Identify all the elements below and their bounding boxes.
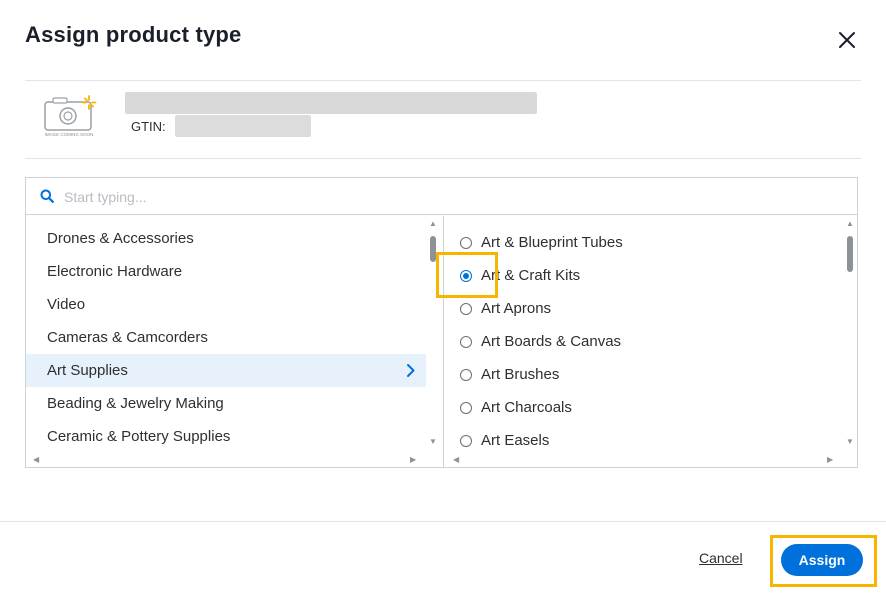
search-input[interactable] bbox=[64, 185, 824, 209]
category-label: Drones & Accessories bbox=[47, 230, 194, 247]
scroll-down-icon[interactable]: ▼ bbox=[846, 438, 854, 446]
scroll-left-icon[interactable]: ◀ bbox=[33, 456, 39, 464]
product-type-option-selected[interactable]: Art & Craft Kits bbox=[444, 259, 844, 292]
category-label: Cameras & Camcorders bbox=[47, 329, 208, 346]
scroll-down-icon[interactable]: ▼ bbox=[429, 438, 437, 446]
option-label: Art Boards & Canvas bbox=[481, 333, 622, 350]
product-type-scrollbar[interactable]: ▲ ▼ bbox=[844, 216, 856, 448]
category-item[interactable]: Ceramic & Pottery Supplies bbox=[26, 420, 426, 453]
scroll-up-icon[interactable]: ▲ bbox=[846, 220, 854, 228]
option-label: Art Brushes bbox=[481, 366, 560, 383]
search-bar bbox=[26, 178, 857, 215]
radio-button[interactable] bbox=[460, 336, 472, 348]
scroll-right-icon[interactable]: ▶ bbox=[410, 456, 416, 464]
dialog-title: Assign product type bbox=[25, 22, 242, 47]
category-label: Electronic Hardware bbox=[47, 263, 183, 280]
radio-button[interactable] bbox=[460, 402, 472, 414]
category-item-selected[interactable]: Art Supplies bbox=[26, 354, 426, 387]
category-item[interactable]: Electronic Hardware bbox=[26, 255, 426, 288]
product-type-list: Art & Blueprint Tubes Art & Craft Kits A… bbox=[443, 216, 857, 467]
search-icon bbox=[40, 189, 54, 203]
radio-button-checked[interactable] bbox=[460, 270, 472, 282]
category-item[interactable]: Drones & Accessories bbox=[26, 222, 426, 255]
category-list: Drones & Accessories Electronic Hardware… bbox=[26, 216, 441, 467]
product-divider bbox=[25, 158, 861, 159]
gtin-value-redacted bbox=[175, 115, 311, 137]
product-type-option[interactable]: Art Easels bbox=[444, 424, 844, 457]
footer-divider bbox=[0, 521, 886, 522]
category-label: Video bbox=[47, 296, 86, 313]
product-type-option[interactable]: Art Brushes bbox=[444, 358, 844, 391]
product-type-selector: Drones & Accessories Electronic Hardware… bbox=[25, 177, 858, 468]
radio-button[interactable] bbox=[460, 435, 472, 447]
radio-button[interactable] bbox=[460, 237, 472, 249]
scroll-up-icon[interactable]: ▲ bbox=[429, 220, 437, 228]
scroll-left-icon[interactable]: ◀ bbox=[453, 456, 459, 464]
category-label: Art Supplies bbox=[47, 362, 128, 379]
option-label: Art Aprons bbox=[481, 300, 552, 317]
category-item[interactable]: Beading & Jewelry Making bbox=[26, 387, 426, 420]
product-summary: IMAGE COMING SOON GTIN: bbox=[25, 82, 861, 159]
scrollbar-thumb[interactable] bbox=[847, 236, 853, 272]
image-caption: IMAGE COMING SOON bbox=[44, 132, 94, 137]
option-label: Art & Blueprint Tubes bbox=[481, 234, 623, 251]
gtin-label: GTIN: bbox=[131, 119, 166, 134]
camera-icon bbox=[44, 95, 97, 131]
assign-product-type-dialog: Assign product type IMAGE COMING SOON GT… bbox=[0, 0, 886, 599]
scrollbar-thumb[interactable] bbox=[430, 236, 436, 262]
image-placeholder: IMAGE COMING SOON bbox=[41, 94, 97, 148]
option-label: Art Charcoals bbox=[481, 399, 572, 416]
product-type-option[interactable]: Art Charcoals bbox=[444, 391, 844, 424]
radio-button[interactable] bbox=[460, 369, 472, 381]
header-divider bbox=[25, 80, 861, 81]
radio-button[interactable] bbox=[460, 303, 472, 315]
category-item[interactable]: Cameras & Camcorders bbox=[26, 321, 426, 354]
category-label: Ceramic & Pottery Supplies bbox=[47, 428, 231, 445]
option-label: Art & Craft Kits bbox=[481, 267, 581, 284]
category-item[interactable]: Video bbox=[26, 288, 426, 321]
product-type-option[interactable]: Art Aprons bbox=[444, 292, 844, 325]
category-label: Beading & Jewelry Making bbox=[47, 395, 224, 412]
option-label: Art Easels bbox=[481, 432, 550, 449]
scroll-right-icon[interactable]: ▶ bbox=[827, 456, 833, 464]
product-type-option[interactable]: Art & Blueprint Tubes bbox=[444, 226, 844, 259]
category-scrollbar[interactable]: ▲ ▼ bbox=[427, 216, 439, 448]
assign-button[interactable]: Assign bbox=[781, 544, 863, 576]
cancel-link[interactable]: Cancel bbox=[699, 550, 743, 566]
product-type-option[interactable]: Art Boards & Canvas bbox=[444, 325, 844, 358]
chevron-right-icon bbox=[407, 364, 415, 377]
product-name-redacted bbox=[125, 92, 537, 114]
close-icon[interactable] bbox=[834, 27, 860, 53]
